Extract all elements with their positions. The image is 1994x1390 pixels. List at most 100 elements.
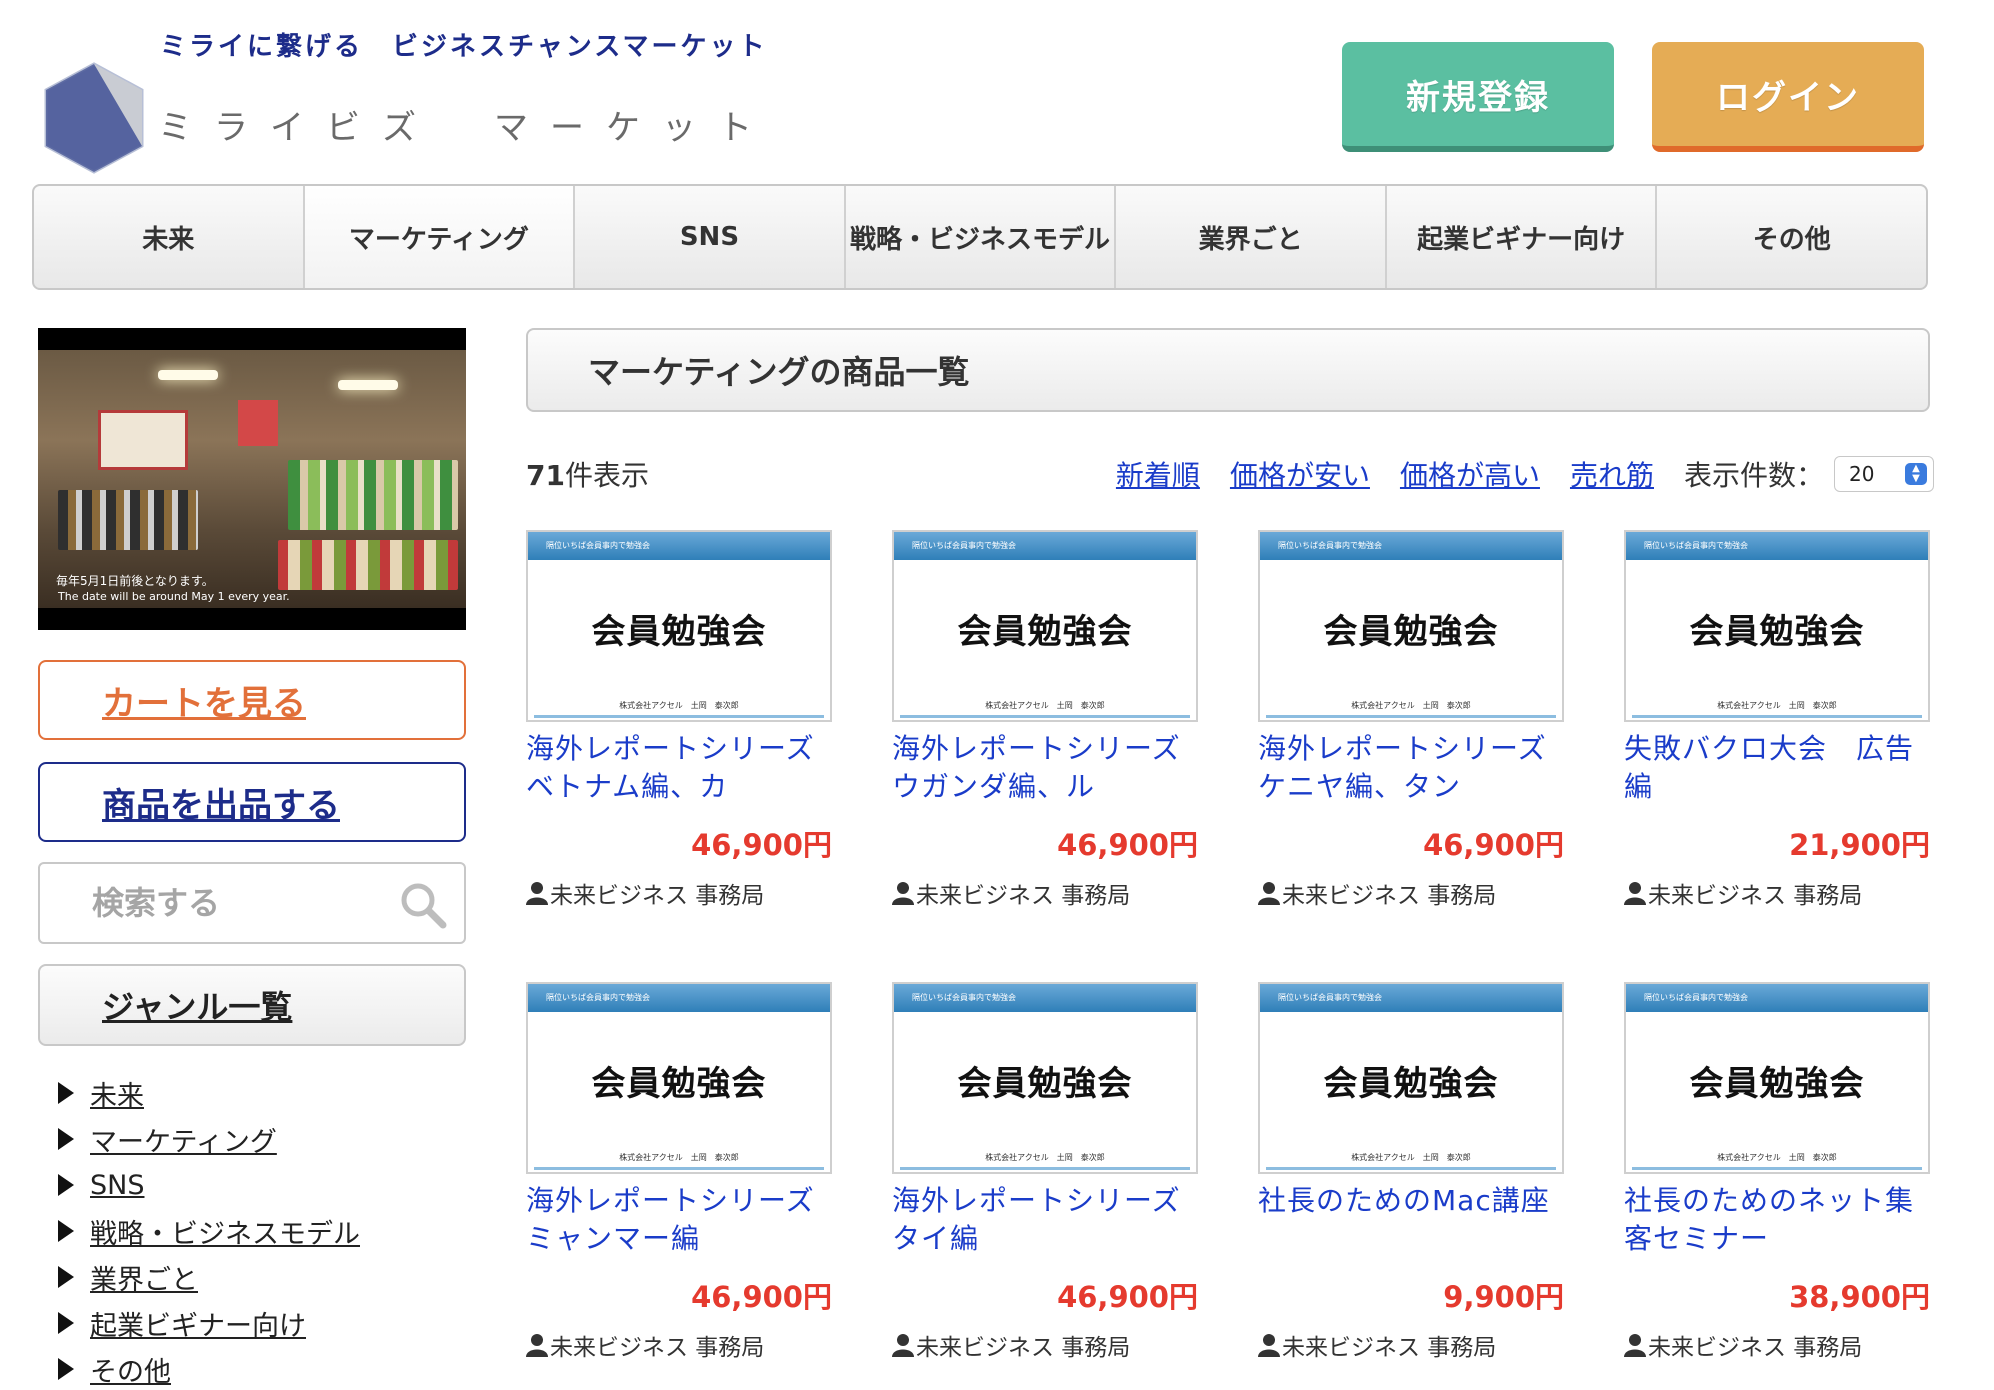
register-button[interactable]: 新規登録 bbox=[1342, 42, 1614, 152]
triangle-right-icon bbox=[58, 1174, 74, 1196]
site-tagline: ミライに繋げる ビジネスチャンスマーケット bbox=[160, 32, 768, 62]
product-seller: 未来ビジネス 事務局 bbox=[1624, 1328, 1930, 1362]
nav-item-strategy[interactable]: 戦略・ビジネスモデル bbox=[846, 186, 1117, 288]
thumbnail-footer: 株式会社アクセル 土岡 泰次郎 bbox=[619, 1153, 739, 1162]
thumbnail-header-bar: 隔位いちば会員事内で勉強会 bbox=[1626, 984, 1928, 1012]
person-icon bbox=[1258, 1334, 1280, 1357]
sort-newest-link[interactable]: 新着順 bbox=[1116, 454, 1200, 494]
nav-item-sns[interactable]: SNS bbox=[575, 186, 846, 288]
product-card[interactable]: 隔位いちば会員事内で勉強会 会員勉強会 株式会社アクセル 土岡 泰次郎 社長のた… bbox=[1258, 982, 1564, 1362]
genre-item[interactable]: 未来 bbox=[58, 1070, 466, 1116]
thumbnail-bottom-line bbox=[1266, 1167, 1556, 1170]
thumbnail-header-bar: 隔位いちば会員事内で勉強会 bbox=[1260, 532, 1562, 560]
product-price: 46,900円 bbox=[691, 828, 832, 862]
result-count: 71件表示 bbox=[526, 454, 649, 494]
login-button[interactable]: ログイン bbox=[1652, 42, 1924, 152]
product-name-link[interactable]: 社長のためのMac講座 bbox=[1258, 1182, 1564, 1258]
logo-wordmark[interactable]: ミライビズ マーケット bbox=[158, 100, 774, 149]
list-toolbar: 71件表示 新着順 価格が安い 価格が高い 売れ筋 表示件数： 20 ▲ ▼ bbox=[526, 446, 1934, 506]
per-page-label: 表示件数： bbox=[1683, 459, 1824, 492]
product-card[interactable]: 隔位いちば会員事内で勉強会 会員勉強会 株式会社アクセル 土岡 泰次郎 海外レポ… bbox=[526, 982, 832, 1362]
triangle-right-icon bbox=[58, 1220, 74, 1242]
product-card[interactable]: 隔位いちば会員事内で勉強会 会員勉強会 株式会社アクセル 土岡 泰次郎 海外レポ… bbox=[892, 530, 1198, 910]
result-count-number: 71 bbox=[526, 459, 565, 492]
ceiling-light bbox=[158, 370, 218, 380]
product-thumbnail[interactable]: 隔位いちば会員事内で勉強会 会員勉強会 株式会社アクセル 土岡 泰次郎 bbox=[1624, 982, 1930, 1174]
thumbnail-footer: 株式会社アクセル 土岡 泰次郎 bbox=[1351, 1153, 1471, 1162]
genre-link-sns[interactable]: SNS bbox=[90, 1170, 144, 1201]
product-name-link[interactable]: 海外レポートシリーズ ケニヤ編、タン bbox=[1258, 730, 1564, 806]
sort-price-low-link[interactable]: 価格が安い bbox=[1230, 454, 1370, 494]
nav-item-beginner[interactable]: 起業ビギナー向け bbox=[1387, 186, 1658, 288]
thumbnail-footer: 株式会社アクセル 土岡 泰次郎 bbox=[985, 701, 1105, 710]
product-thumbnail[interactable]: 隔位いちば会員事内で勉強会 会員勉強会 株式会社アクセル 土岡 泰次郎 bbox=[1258, 530, 1564, 722]
genre-item[interactable]: 業界ごと bbox=[58, 1254, 466, 1300]
thumbnail-bar-text: 隔位いちば会員事内で勉強会 bbox=[912, 541, 1016, 550]
product-seller-name: 未来ビジネス 事務局 bbox=[916, 883, 1131, 909]
genre-link-industry[interactable]: 業界ごと bbox=[90, 1258, 198, 1297]
product-card[interactable]: 隔位いちば会員事内で勉強会 会員勉強会 株式会社アクセル 土岡 泰次郎 海外レポ… bbox=[1258, 530, 1564, 910]
product-name-link[interactable]: 海外レポートシリーズ ベトナム編、カ bbox=[526, 730, 832, 806]
sell-product-button[interactable]: 商品を出品する bbox=[38, 762, 466, 842]
product-card[interactable]: 隔位いちば会員事内で勉強会 会員勉強会 株式会社アクセル 土岡 泰次郎 社長のた… bbox=[1624, 982, 1930, 1362]
thumbnail-bar-text: 隔位いちば会員事内で勉強会 bbox=[912, 993, 1016, 1002]
search-icon[interactable] bbox=[398, 880, 448, 930]
thumbnail-bottom-line bbox=[534, 715, 824, 718]
product-thumbnail[interactable]: 隔位いちば会員事内で勉強会 会員勉強会 株式会社アクセル 土岡 泰次郎 bbox=[526, 982, 832, 1174]
nav-item-industry[interactable]: 業界ごと bbox=[1116, 186, 1387, 288]
genre-link-other[interactable]: その他 bbox=[90, 1350, 171, 1389]
product-name-link[interactable]: 海外レポートシリーズ ミャンマー編 bbox=[526, 1182, 832, 1258]
genre-link-future[interactable]: 未来 bbox=[90, 1074, 144, 1113]
genre-link-marketing[interactable]: マーケティング bbox=[90, 1120, 277, 1159]
product-seller: 未来ビジネス 事務局 bbox=[1624, 876, 1930, 910]
triangle-right-icon bbox=[58, 1358, 74, 1380]
product-thumbnail[interactable]: 隔位いちば会員事内で勉強会 会員勉強会 株式会社アクセル 土岡 泰次郎 bbox=[1258, 982, 1564, 1174]
product-seller: 未来ビジネス 事務局 bbox=[892, 1328, 1198, 1362]
sort-bestseller-link[interactable]: 売れ筋 bbox=[1570, 454, 1654, 494]
product-name-link[interactable]: 海外レポートシリーズ タイ編 bbox=[892, 1182, 1198, 1258]
genre-list-heading[interactable]: ジャンル一覧 bbox=[38, 964, 466, 1046]
logo-hexagon-icon[interactable] bbox=[44, 62, 144, 174]
promo-video[interactable]: 毎年5月1日前後となります。 The date will be around M… bbox=[38, 328, 466, 630]
triangle-right-icon bbox=[58, 1312, 74, 1334]
thumbnail-footer: 株式会社アクセル 土岡 泰次郎 bbox=[1717, 701, 1837, 710]
sort-price-high-link[interactable]: 価格が高い bbox=[1400, 454, 1540, 494]
genre-item[interactable]: その他 bbox=[58, 1346, 466, 1390]
thumbnail-title: 会員勉強会 bbox=[1689, 612, 1865, 652]
genre-item[interactable]: SNS bbox=[58, 1162, 466, 1208]
genre-item[interactable]: 起業ビギナー向け bbox=[58, 1300, 466, 1346]
product-thumbnail[interactable]: 隔位いちば会員事内で勉強会 会員勉強会 株式会社アクセル 土岡 泰次郎 bbox=[1624, 530, 1930, 722]
thumbnail-footer: 株式会社アクセル 土岡 泰次郎 bbox=[985, 1153, 1105, 1162]
product-seller: 未来ビジネス 事務局 bbox=[526, 876, 832, 910]
product-thumbnail[interactable]: 隔位いちば会員事内で勉強会 会員勉強会 株式会社アクセル 土岡 泰次郎 bbox=[526, 530, 832, 722]
thumbnail-title: 会員勉強会 bbox=[591, 612, 767, 652]
product-card[interactable]: 隔位いちば会員事内で勉強会 会員勉強会 株式会社アクセル 土岡 泰次郎 失敗バク… bbox=[1624, 530, 1930, 910]
nav-item-marketing[interactable]: マーケティング bbox=[304, 186, 576, 288]
genre-item[interactable]: 戦略・ビジネスモデル bbox=[58, 1208, 466, 1254]
person-icon bbox=[1624, 882, 1646, 905]
nav-item-future[interactable]: 未来 bbox=[34, 186, 305, 288]
thumbnail-bar-text: 隔位いちば会員事内で勉強会 bbox=[546, 541, 650, 550]
store-sign bbox=[98, 410, 188, 470]
thumbnail-header-bar: 隔位いちば会員事内で勉強会 bbox=[1626, 532, 1928, 560]
thumbnail-bar-text: 隔位いちば会員事内で勉強会 bbox=[1644, 541, 1748, 550]
product-name-link[interactable]: 社長のためのネット集客セミナー bbox=[1624, 1182, 1930, 1258]
product-name-link[interactable]: 海外レポートシリーズ ウガンダ編、ル bbox=[892, 730, 1198, 806]
product-card[interactable]: 隔位いちば会員事内で勉強会 会員勉強会 株式会社アクセル 土岡 泰次郎 海外レポ… bbox=[892, 982, 1198, 1362]
product-price: 46,900円 bbox=[1057, 828, 1198, 862]
product-card[interactable]: 隔位いちば会員事内で勉強会 会員勉強会 株式会社アクセル 土岡 泰次郎 海外レポ… bbox=[526, 530, 832, 910]
genre-link-strategy[interactable]: 戦略・ビジネスモデル bbox=[90, 1212, 360, 1251]
nav-item-other[interactable]: その他 bbox=[1657, 186, 1926, 288]
product-name-link[interactable]: 失敗バクロ大会 広告編 bbox=[1624, 730, 1930, 806]
per-page-select[interactable]: 20 ▲ ▼ bbox=[1834, 456, 1934, 492]
product-price: 46,900円 bbox=[1057, 1280, 1198, 1314]
person-icon bbox=[892, 1334, 914, 1357]
thumbnail-title: 会員勉強会 bbox=[957, 612, 1133, 652]
genre-item[interactable]: マーケティング bbox=[58, 1116, 466, 1162]
genre-link-beginner[interactable]: 起業ビギナー向け bbox=[90, 1304, 306, 1343]
product-seller: 未来ビジネス 事務局 bbox=[1258, 1328, 1564, 1362]
product-thumbnail[interactable]: 隔位いちば会員事内で勉強会 会員勉強会 株式会社アクセル 土岡 泰次郎 bbox=[892, 982, 1198, 1174]
product-thumbnail[interactable]: 隔位いちば会員事内で勉強会 会員勉強会 株式会社アクセル 土岡 泰次郎 bbox=[892, 530, 1198, 722]
product-seller-name: 未来ビジネス 事務局 bbox=[550, 883, 765, 909]
view-cart-button[interactable]: カートを見る bbox=[38, 660, 466, 740]
